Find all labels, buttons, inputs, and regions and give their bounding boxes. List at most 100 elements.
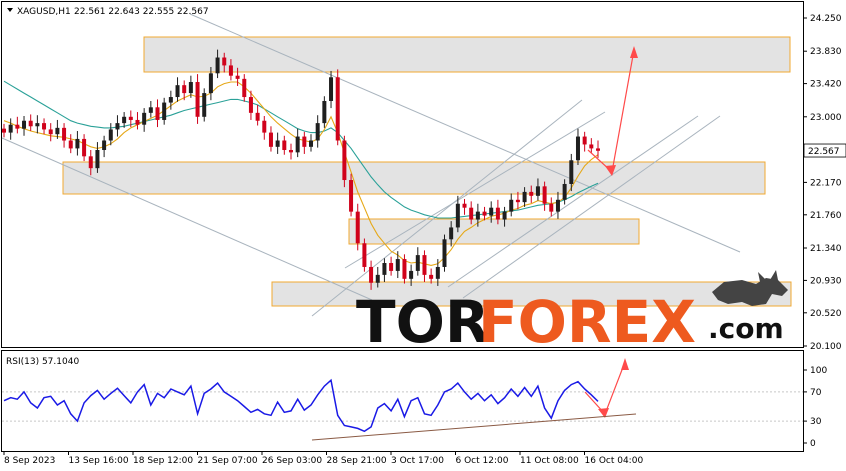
candle-body: [68, 140, 73, 149]
candle-body: [429, 274, 434, 279]
rsi-axis: 100 70 30 0: [803, 366, 827, 449]
candle-body: [208, 73, 213, 94]
candle-body: [389, 263, 394, 271]
candle-body: [322, 100, 327, 124]
candle-body: [202, 93, 207, 117]
candle-body: [462, 203, 467, 208]
candle-body: [88, 156, 93, 169]
candle-body: [275, 140, 280, 147]
rsi-tick-label: 100: [810, 366, 827, 376]
logo-text-com: .com: [708, 312, 784, 345]
candle-body: [362, 243, 367, 267]
candle-body: [335, 77, 340, 141]
candle-body: [282, 140, 287, 150]
candle-body: [75, 138, 80, 149]
time-tick-label: 13 Sep 16:00: [69, 456, 129, 466]
candle-body: [255, 112, 260, 121]
candle-body: [248, 97, 253, 113]
time-tick-label: 3 Oct 17:00: [391, 456, 444, 466]
price-tick-label: 23.000: [810, 113, 842, 123]
candle-body: [522, 191, 527, 203]
candle-body: [355, 211, 360, 244]
candle-body: [596, 148, 600, 151]
price-tick-label: 22.170: [810, 178, 842, 188]
candle-body: [369, 266, 374, 283]
candle-body: [128, 116, 133, 120]
rsi-tick-label: 0: [810, 439, 816, 449]
candle-body: [228, 65, 233, 76]
price-tick-label: 23.830: [810, 47, 842, 57]
candle-body: [555, 199, 560, 212]
candle-body: [409, 270, 414, 279]
time-tick-label: 6 Oct 12:00: [456, 456, 509, 466]
candle-body: [48, 129, 53, 135]
candle-body: [268, 132, 273, 147]
candle-body: [549, 203, 554, 212]
time-tick-label: 18 Sep 12:00: [133, 456, 193, 466]
time-tick-label: 8 Sep 2023: [4, 456, 55, 466]
price-axis: 24.25023.83023.42023.00022.58022.17021.7…: [803, 14, 842, 352]
candle-body: [148, 107, 153, 113]
candle-body: [489, 207, 494, 216]
time-tick-label: 21 Sep 07:00: [198, 456, 258, 466]
zone-resistance-top: [143, 36, 791, 73]
zone-lower: [348, 218, 640, 245]
price-tick-label: 20.930: [810, 276, 842, 286]
price-tick-label: 21.340: [810, 244, 842, 254]
price-tick-label: 24.250: [810, 14, 842, 24]
candle-body: [182, 85, 187, 94]
chart-root: 24.25023.83023.42023.00022.58022.17021.7…: [1, 1, 846, 466]
price-tick-label: 21.760: [810, 211, 842, 221]
candle-body: [188, 82, 193, 94]
candle-body: [482, 211, 487, 216]
candle-body: [575, 136, 580, 161]
candle-body: [28, 120, 33, 127]
candle-body: [222, 57, 227, 66]
candle-body: [515, 199, 520, 203]
candle-body: [415, 255, 420, 271]
candle-body: [449, 227, 454, 240]
rsi-chart-frame: [1, 350, 804, 452]
candle-body: [395, 259, 400, 271]
time-tick-label: 11 Oct 08:00: [520, 456, 579, 466]
candle-body: [35, 123, 40, 127]
time-tick-label: 26 Sep 03:00: [262, 456, 322, 466]
time-tick-label: 16 Oct 04:00: [585, 456, 644, 466]
candle-body: [542, 186, 547, 204]
time-tick-label: 28 Sep 21:00: [327, 456, 387, 466]
candle-body: [582, 136, 587, 145]
candle-body: [529, 191, 534, 196]
candle-body: [82, 138, 87, 157]
candle-body: [502, 211, 507, 220]
candle-body: [495, 207, 500, 220]
candle-body: [155, 107, 160, 120]
candle-body: [315, 123, 320, 141]
candle-body: [535, 186, 540, 196]
candle-body: [288, 149, 293, 153]
last-price-label: 22.567: [808, 147, 840, 157]
rsi-tick-label: 70: [810, 388, 822, 398]
chart-header: XAGUSD,H1 22.561 22.643 22.555 22.567: [7, 7, 209, 17]
candle-body: [22, 120, 27, 129]
candle-body: [562, 183, 567, 200]
candle-body: [382, 263, 387, 275]
candle-body: [142, 112, 147, 125]
candle-body: [329, 77, 334, 101]
candle-body: [262, 120, 267, 133]
candle-body: [102, 140, 107, 150]
candle-body: [349, 180, 354, 212]
candle-body: [135, 119, 140, 125]
candle-body: [115, 123, 120, 130]
price-tick-label: 20.100: [810, 342, 842, 352]
candle-body: [242, 78, 247, 98]
candle-body: [95, 149, 100, 169]
logo-text-forex: FOREX: [478, 288, 696, 356]
candle-body: [435, 266, 440, 279]
candle-body: [42, 123, 47, 130]
zone-middle: [62, 161, 766, 195]
candle-body: [215, 57, 220, 74]
candle-body: [2, 128, 6, 133]
candle-body: [15, 124, 20, 129]
candle-body: [469, 207, 474, 220]
candle-body: [55, 127, 60, 135]
